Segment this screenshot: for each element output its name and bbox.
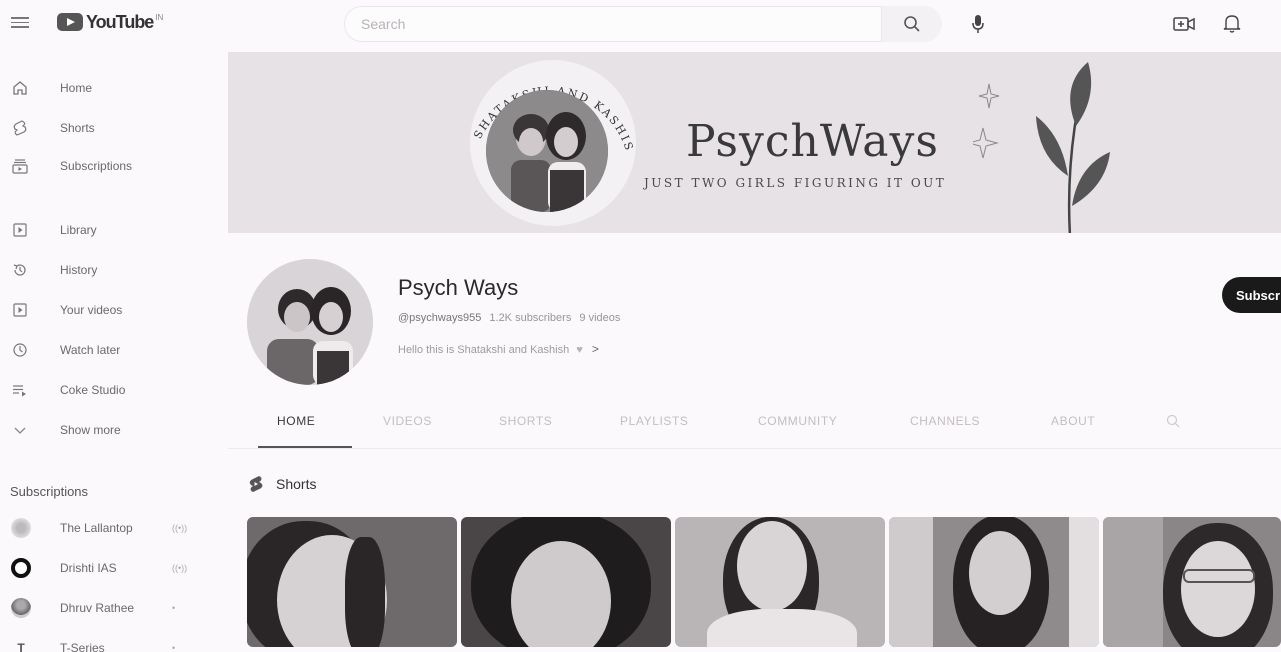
leaf-illustration — [1036, 62, 1110, 233]
short-thumbnail[interactable] — [461, 517, 671, 647]
video-count: 9 videos — [579, 312, 621, 324]
search-icon — [904, 16, 920, 32]
notifications-button[interactable] — [1218, 9, 1246, 37]
banner-photo — [486, 90, 608, 212]
channel-handle: @psychways955 — [398, 312, 482, 324]
sidebar-item-home[interactable]: Home — [0, 72, 215, 104]
avatar — [11, 598, 31, 618]
sidebar-item-label: Coke Studio — [60, 383, 126, 397]
tab-playlists[interactable]: PLAYLISTS — [620, 414, 689, 428]
history-icon — [10, 260, 30, 280]
sparkle-icon — [973, 83, 1000, 159]
shorts-section-title: Shorts — [276, 476, 317, 492]
playlist-icon — [10, 380, 30, 400]
subscription-t-series[interactable]: T T-Series • — [0, 632, 215, 652]
tab-home[interactable]: HOME — [277, 414, 315, 428]
create-button[interactable] — [1170, 10, 1198, 38]
subscription-dhruv-rathee[interactable]: Dhruv Rathee • — [0, 592, 215, 624]
chevron-down-icon — [10, 420, 30, 440]
sidebar-item-label: Show more — [60, 423, 121, 437]
bell-icon — [1223, 15, 1241, 33]
short-thumbnail[interactable] — [1103, 517, 1281, 647]
your-videos-icon — [10, 300, 30, 320]
search-button[interactable] — [882, 6, 942, 42]
channel-meta: @psychways955 1.2K subscribers 9 videos — [398, 312, 620, 324]
tab-shorts[interactable]: SHORTS — [499, 414, 552, 428]
short-thumbnail[interactable] — [675, 517, 885, 647]
search-input[interactable] — [345, 7, 881, 41]
sidebar-item-your-videos[interactable]: Your videos — [0, 294, 215, 326]
tab-about[interactable]: ABOUT — [1051, 414, 1095, 428]
channel-search-button[interactable] — [1166, 414, 1180, 433]
sidebar-item-watch-later[interactable]: Watch later — [0, 334, 215, 366]
top-bar: YouTube IN — [0, 0, 1281, 50]
search-box — [344, 6, 882, 42]
home-icon — [10, 78, 30, 98]
avatar — [11, 558, 31, 578]
subscription-drishti-ias[interactable]: Drishti IAS ((•)) — [0, 552, 215, 584]
sidebar-item-label: Your videos — [60, 303, 123, 317]
logo-country: IN — [155, 12, 164, 22]
clock-icon — [10, 340, 30, 360]
sidebar-item-label: Shorts — [60, 121, 95, 135]
search-icon — [1166, 414, 1180, 428]
avatar — [11, 518, 31, 538]
sidebar-item-label: Home — [60, 81, 93, 95]
sidebar-item-subscriptions[interactable]: Subscriptions — [0, 150, 215, 182]
new-content-dot-icon: • — [172, 643, 176, 652]
avatar: T — [17, 641, 25, 652]
shorts-icon — [249, 476, 263, 492]
banner-title: PsychWays — [686, 116, 939, 167]
sidebar-item-library[interactable]: Library — [0, 214, 215, 246]
shorts-section-header: Shorts — [248, 475, 316, 493]
sidebar-item-label: Subscriptions — [60, 159, 133, 173]
banner-tagline: JUST TWO GIRLS FIGURING IT OUT — [644, 176, 947, 190]
voice-search-button[interactable] — [962, 8, 994, 40]
subscription-the-lallantop[interactable]: The Lallantop ((•)) — [0, 512, 215, 544]
channel-name: Psych Ways — [398, 275, 519, 300]
shorts-icon — [10, 118, 30, 138]
subscriptions-icon — [10, 156, 30, 176]
live-icon: ((•)) — [172, 563, 188, 573]
sidebar-item-history[interactable]: History — [0, 254, 215, 286]
subscribe-button[interactable]: Subscribe — [1222, 277, 1281, 313]
subscription-label: Dhruv Rathee — [60, 601, 135, 615]
subscription-label: The Lallantop — [60, 521, 133, 535]
menu-icon[interactable] — [11, 14, 29, 30]
microphone-icon — [972, 15, 984, 33]
channel-description[interactable]: Hello this is Shatakshi and Kashish ♥ > — [398, 342, 599, 356]
sidebar-item-coke-studio[interactable]: Coke Studio — [0, 374, 215, 406]
logo-text: YouTube — [86, 11, 154, 32]
channel-description-text: Hello this is Shatakshi and Kashish — [398, 344, 570, 356]
channel-banner: SHATAKSHI AND KASHISH PsychWays JUST TWO… — [228, 52, 1281, 233]
sidebar-item-label: Library — [60, 223, 97, 237]
youtube-play-icon — [57, 13, 83, 31]
heart-icon: ♥ — [576, 344, 583, 356]
sidebar-show-more[interactable]: Show more — [0, 414, 215, 446]
youtube-logo[interactable]: YouTube IN — [57, 11, 163, 33]
tab-videos[interactable]: VIDEOS — [383, 414, 432, 428]
tab-channels[interactable]: CHANNELS — [910, 414, 980, 428]
sidebar-item-label: History — [60, 263, 98, 277]
library-icon — [10, 220, 30, 240]
sidebar-item-shorts[interactable]: Shorts — [0, 112, 215, 144]
chevron-right-icon: > — [591, 342, 599, 356]
live-icon: ((•)) — [172, 523, 188, 533]
subscriptions-heading: Subscriptions — [10, 484, 89, 499]
subscription-label: T-Series — [60, 641, 105, 652]
tab-divider — [228, 448, 1281, 449]
subscription-label: Drishti IAS — [60, 561, 117, 575]
tab-community[interactable]: COMMUNITY — [758, 414, 837, 428]
video-camera-plus-icon — [1173, 17, 1195, 31]
short-thumbnail[interactable] — [889, 517, 1099, 647]
short-thumbnail[interactable] — [247, 517, 457, 647]
channel-avatar[interactable] — [247, 259, 373, 385]
subscriber-count: 1.2K subscribers — [489, 312, 572, 324]
sidebar-item-label: Watch later — [60, 343, 121, 357]
new-content-dot-icon: • — [172, 603, 176, 613]
